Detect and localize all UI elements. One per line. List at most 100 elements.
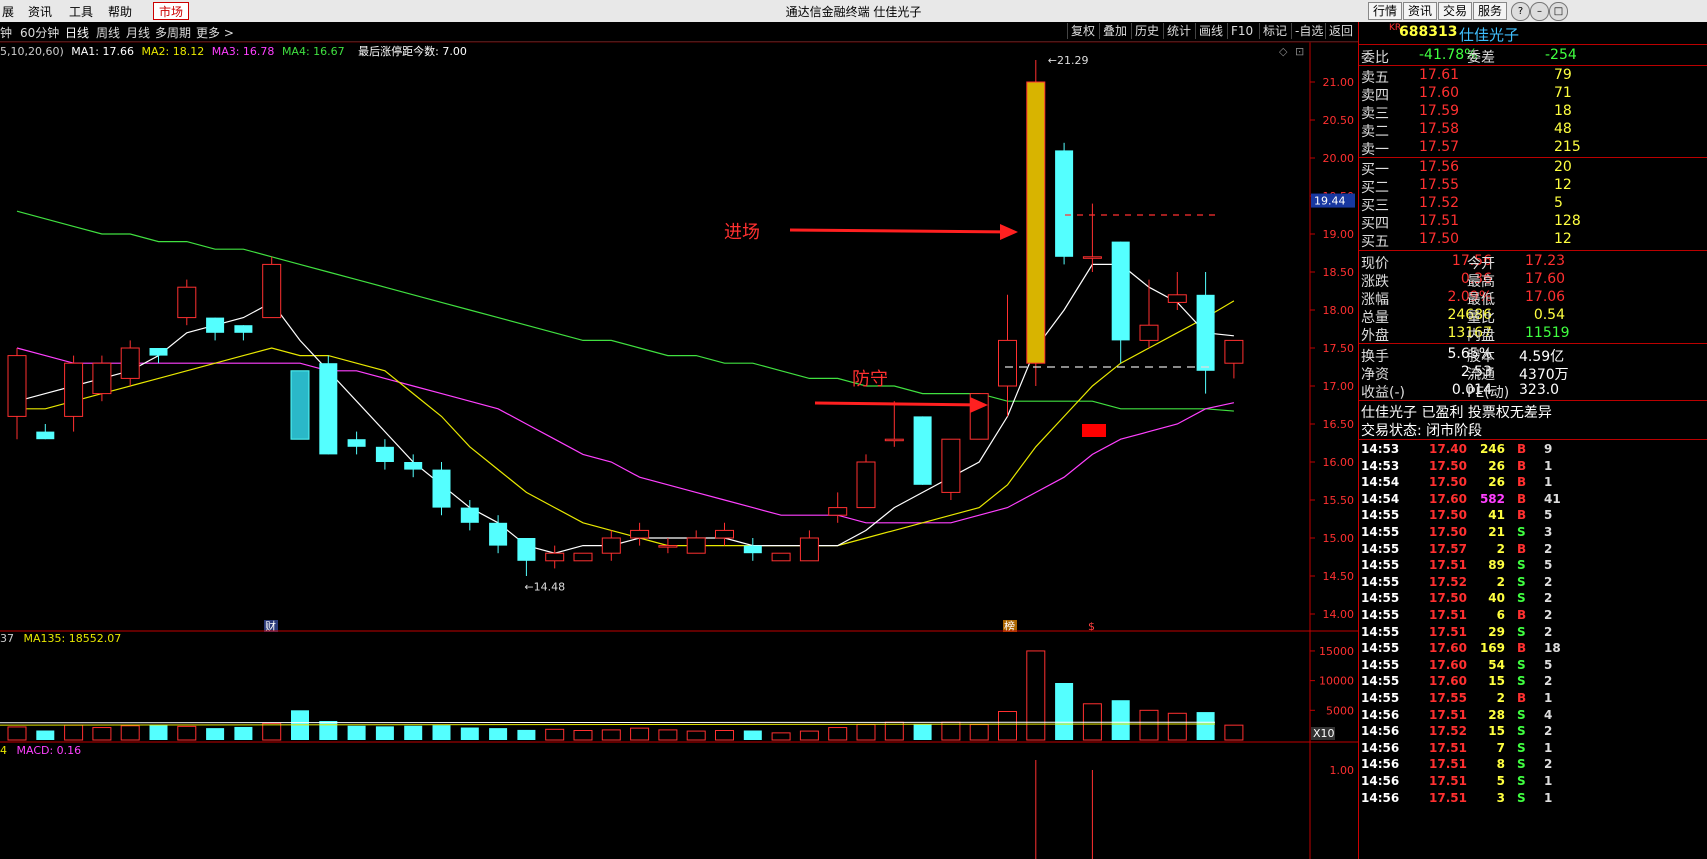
tick-row: 14:53 17.40 246 B 9 (1359, 442, 1707, 458)
bid-volume: 5 (1554, 195, 1563, 211)
tick-time: 14:54 (1361, 491, 1400, 506)
sep-line (1359, 157, 1707, 158)
tick-count: 2 (1544, 591, 1553, 606)
tick-time: 14:55 (1361, 525, 1400, 539)
tick-count: 2 (1544, 574, 1553, 589)
tick-volume: 5 (1496, 774, 1505, 788)
tick-direction: B (1517, 691, 1527, 705)
tick-row: 14:55 17.60 54 S 5 (1359, 658, 1707, 674)
tick-price: 17.51 (1429, 558, 1467, 573)
tick-price: 17.52 (1429, 574, 1467, 589)
ask-row: 卖一 17.57 215 (1359, 139, 1707, 158)
tick-price: 17.60 (1429, 657, 1467, 672)
tick-row: 14:55 17.51 89 S 5 (1359, 558, 1707, 574)
candle-body (92, 362, 112, 395)
candle-body (630, 529, 650, 539)
high-price-label: ←21.29 (1048, 54, 1089, 67)
tick-row: 14:55 17.60 15 S 2 (1359, 674, 1707, 690)
bid-volume: 20 (1554, 159, 1572, 175)
trade-button[interactable]: 交易 (1438, 2, 1473, 20)
tick-count: 1 (1544, 740, 1553, 755)
tick-time: 14:56 (1361, 790, 1400, 805)
tick-price: 17.50 (1429, 458, 1467, 473)
ask-label: 卖五 (1361, 70, 1389, 86)
tick-count: 1 (1544, 774, 1553, 788)
sep-line (1359, 65, 1707, 66)
ask-price: 17.58 (1419, 121, 1460, 137)
price-tick-label: 17.00 (1323, 380, 1355, 393)
candle-body (686, 537, 706, 554)
volume-bar (347, 725, 366, 740)
volume-bar (262, 722, 282, 741)
tick-price: 17.60 (1429, 641, 1467, 656)
order-ratio-row: 委比 -41.78% 委差 -254 (1359, 47, 1707, 66)
volume-tick-label: 5000 (1326, 704, 1354, 717)
sep-line (1359, 439, 1707, 440)
tick-time: 14:55 (1361, 508, 1400, 523)
tick-time: 14:55 (1361, 591, 1400, 606)
volume-bar (1055, 683, 1074, 740)
candle-body (715, 529, 734, 539)
tick-count: 18 (1544, 641, 1561, 656)
candle-body (856, 461, 876, 509)
tick-row: 14:55 17.52 2 S 2 (1359, 575, 1707, 591)
candle-body (941, 438, 961, 493)
tick-volume: 28 (1488, 707, 1505, 722)
volume-bar (489, 728, 508, 740)
tick-direction: S (1517, 707, 1526, 722)
candle-body (290, 370, 310, 440)
candle-body (432, 469, 451, 508)
stat-label: 涨幅 (1361, 292, 1389, 308)
volume-bar (517, 729, 536, 740)
tick-row: 14:55 17.51 6 B 2 (1359, 608, 1707, 624)
price-tick-label: 14.00 (1323, 608, 1355, 621)
candle-body (1055, 150, 1074, 257)
ma3-line (16, 347, 1235, 524)
volume-bar (234, 726, 253, 740)
finance-label: 净资 (1361, 367, 1389, 383)
ask-row: 卖二 17.58 48 (1359, 121, 1707, 140)
tick-direction: B (1517, 641, 1527, 656)
news-button[interactable]: 资讯 (1403, 2, 1438, 20)
restore-icon[interactable]: □ (1549, 2, 1568, 21)
volume-tick-label: 10000 (1319, 675, 1354, 688)
volume-bar (375, 726, 394, 740)
tick-direction: B (1517, 541, 1527, 556)
volume-bar (319, 721, 338, 740)
candle-body (489, 522, 508, 546)
tick-volume: 2 (1496, 691, 1505, 705)
tick-time: 14:55 (1361, 674, 1400, 689)
tick-count: 1 (1544, 790, 1553, 805)
ask-label: 卖三 (1361, 106, 1389, 122)
sep-line (1359, 400, 1707, 401)
volume-bar (856, 724, 876, 741)
volume-bar (573, 730, 593, 741)
quote-button[interactable]: 行情 (1368, 2, 1403, 20)
volume-bar (432, 725, 451, 740)
help-icon[interactable]: ? (1511, 2, 1530, 21)
tick-count: 5 (1544, 558, 1553, 573)
candle-body (262, 263, 282, 319)
tick-count: 2 (1544, 674, 1553, 689)
volume-bar (64, 724, 84, 741)
candle-body (120, 347, 140, 379)
last-price-tag: 19.44 (1314, 195, 1346, 208)
service-button[interactable]: 服务 (1473, 2, 1508, 20)
minimize-icon[interactable]: – (1530, 2, 1549, 21)
kline-chart[interactable]: 进场防守←21.29←14.48财榜$ 21.0020.5020.0019.50… (0, 0, 1358, 859)
candle-body (149, 348, 168, 356)
tick-volume: 8 (1496, 757, 1505, 772)
tick-count: 1 (1544, 458, 1553, 473)
tick-count: 5 (1544, 508, 1553, 523)
ask-volume: 18 (1554, 103, 1572, 119)
candle-body (347, 439, 366, 447)
volume-bar (404, 725, 423, 740)
bid-row: 买五 17.50 12 (1359, 231, 1707, 250)
bid-row: 买三 17.52 5 (1359, 195, 1707, 214)
candle-body (404, 462, 423, 470)
tick-volume: 15 (1488, 674, 1505, 689)
bid-price: 17.51 (1419, 213, 1460, 229)
order-diff-value: -254 (1545, 47, 1577, 63)
tick-count: 3 (1544, 525, 1553, 539)
tick-price: 17.50 (1429, 508, 1467, 523)
